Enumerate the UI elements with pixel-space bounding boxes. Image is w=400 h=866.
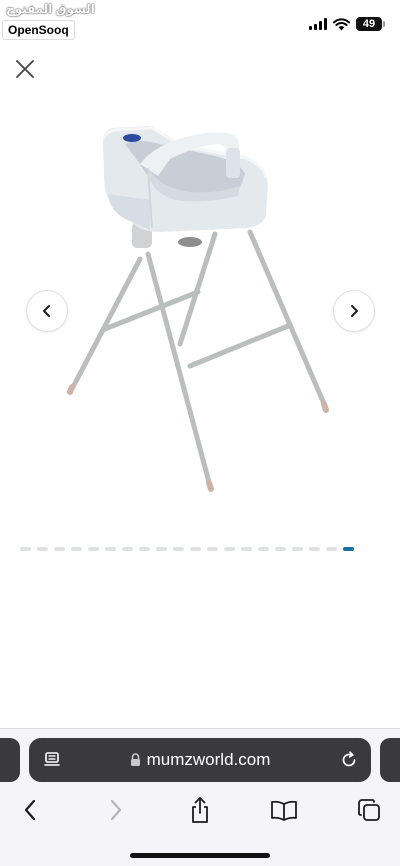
back-arrow-icon bbox=[24, 799, 36, 821]
pagination-dot[interactable] bbox=[309, 547, 320, 551]
pagination-dot[interactable] bbox=[20, 547, 31, 551]
reload-icon[interactable] bbox=[339, 750, 359, 770]
pagination-dot[interactable] bbox=[88, 547, 99, 551]
status-bar: السوق المفتوح OpenSooq 49 bbox=[0, 0, 400, 46]
share-button[interactable] bbox=[182, 793, 218, 827]
cellular-signal-icon bbox=[309, 18, 327, 30]
tabs-icon bbox=[358, 799, 380, 821]
pagination-dot[interactable] bbox=[173, 547, 184, 551]
pagination-dot[interactable] bbox=[156, 547, 167, 551]
battery-indicator: 49 bbox=[356, 17, 385, 31]
pagination-dot[interactable] bbox=[258, 547, 269, 551]
forward-button[interactable] bbox=[98, 793, 134, 827]
pagination-dot[interactable] bbox=[190, 547, 201, 551]
share-icon bbox=[192, 797, 208, 823]
next-image-button[interactable] bbox=[333, 290, 375, 332]
forward-arrow-icon bbox=[110, 799, 122, 821]
pagination-dot[interactable] bbox=[105, 547, 116, 551]
wifi-icon bbox=[333, 17, 350, 30]
bookmarks-icon bbox=[271, 800, 297, 821]
url-text: mumzworld.com bbox=[146, 750, 271, 769]
pagination-dot[interactable] bbox=[139, 547, 150, 551]
pagination-dot[interactable] bbox=[71, 547, 82, 551]
pagination-dot[interactable] bbox=[275, 547, 286, 551]
close-button[interactable] bbox=[13, 57, 37, 81]
home-indicator bbox=[130, 853, 270, 858]
bookmarks-button[interactable] bbox=[266, 793, 302, 827]
pagination-dot-active[interactable] bbox=[343, 547, 354, 551]
url-display: mumzworld.com bbox=[29, 738, 371, 782]
pagination-dot[interactable] bbox=[292, 547, 303, 551]
image-pagination bbox=[20, 547, 354, 551]
previous-image-button[interactable] bbox=[26, 290, 68, 332]
chevron-left-icon bbox=[43, 305, 50, 317]
next-tab-preview[interactable] bbox=[380, 738, 400, 782]
browser-toolbar bbox=[0, 793, 400, 827]
pagination-dot[interactable] bbox=[326, 547, 337, 551]
close-icon bbox=[16, 60, 34, 78]
pagination-dot[interactable] bbox=[241, 547, 252, 551]
browser-bottom-bar: mumzworld.com bbox=[0, 728, 400, 866]
pagination-dot[interactable] bbox=[224, 547, 235, 551]
address-bar[interactable]: mumzworld.com bbox=[29, 738, 371, 782]
back-button[interactable] bbox=[12, 793, 48, 827]
pagination-dot[interactable] bbox=[54, 547, 65, 551]
watermark-brand: OpenSooq bbox=[2, 20, 75, 40]
status-indicators: 49 bbox=[309, 16, 385, 32]
chevron-right-icon bbox=[351, 305, 358, 317]
pagination-dot[interactable] bbox=[207, 547, 218, 551]
lock-icon bbox=[130, 753, 140, 766]
pagination-dot[interactable] bbox=[37, 547, 48, 551]
previous-tab-preview[interactable] bbox=[0, 738, 20, 782]
watermark-arabic-text: السوق المفتوح bbox=[6, 2, 95, 16]
tabs-button[interactable] bbox=[351, 793, 387, 827]
pagination-dot[interactable] bbox=[122, 547, 133, 551]
